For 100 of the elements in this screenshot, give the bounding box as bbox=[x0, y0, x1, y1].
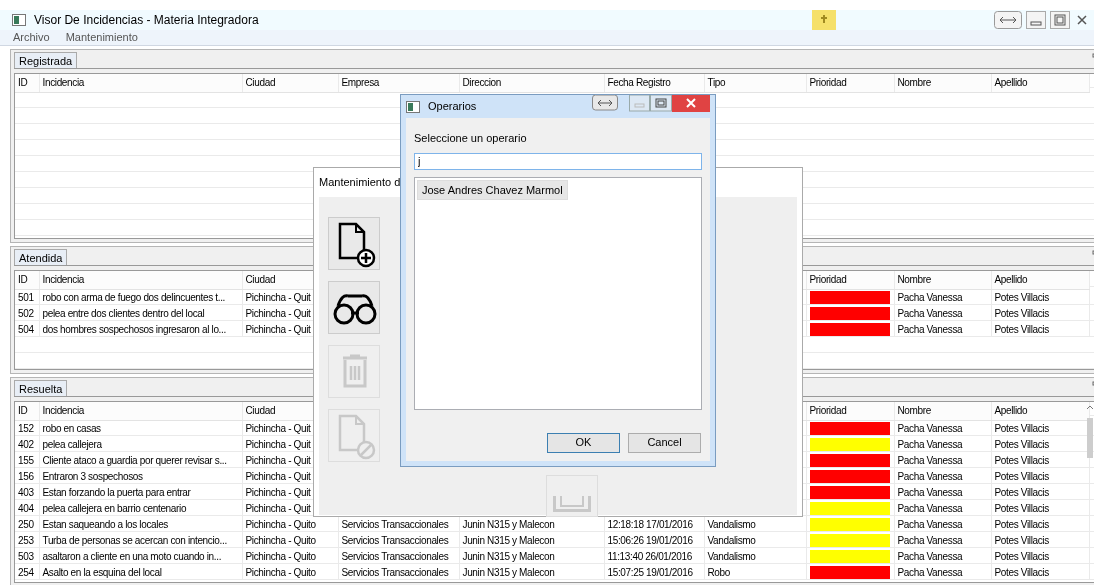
table-cell: pelea callejera bbox=[39, 436, 242, 452]
table-cell: Vandalismo bbox=[704, 532, 806, 548]
table-cell: Servicios Transaccionales bbox=[338, 548, 459, 564]
table-cell: Potes Villacis bbox=[991, 548, 1089, 564]
column-header[interactable]: Fecha Registro bbox=[604, 74, 704, 92]
app-icon bbox=[12, 14, 26, 26]
table-cell: Potes Villacis bbox=[991, 468, 1089, 484]
table-cell: 254 bbox=[15, 564, 39, 580]
table-cell: robo con arma de fuego dos delincuentes t... bbox=[39, 289, 242, 305]
column-header[interactable]: Empresa bbox=[338, 74, 459, 92]
table-cell: Pacha Vanessa bbox=[894, 468, 991, 484]
column-header[interactable]: ID bbox=[15, 271, 39, 289]
table-cell: Vandalismo bbox=[704, 548, 806, 564]
table-cell: Junin N315 y Malecon bbox=[459, 532, 604, 548]
column-header[interactable]: Prioridad bbox=[806, 271, 894, 289]
table-cell: 402 bbox=[15, 436, 39, 452]
table-cell: Pacha Vanessa bbox=[894, 289, 991, 305]
restore-icon[interactable] bbox=[1050, 11, 1070, 29]
table-cell: Potes Villacis bbox=[991, 564, 1089, 580]
app-icon bbox=[406, 100, 420, 113]
column-header[interactable]: Apellido bbox=[991, 271, 1089, 289]
table-cell: Potes Villacis bbox=[991, 289, 1089, 305]
column-header[interactable]: Apellido bbox=[991, 402, 1089, 420]
table-cell: Pacha Vanessa bbox=[894, 305, 991, 321]
column-header[interactable]: Incidencia bbox=[39, 271, 242, 289]
window-title: Operarios bbox=[428, 99, 477, 115]
ok-button[interactable]: OK bbox=[547, 432, 620, 453]
restore-icon[interactable] bbox=[650, 95, 672, 112]
table-cell: 253 bbox=[15, 532, 39, 548]
close-icon[interactable] bbox=[672, 95, 710, 112]
column-header[interactable]: Prioridad bbox=[806, 74, 894, 92]
table-cell: pelea entre dos clientes dentro del local bbox=[39, 305, 242, 321]
table-cell: Servicios Transaccionales bbox=[338, 564, 459, 580]
table-cell: Potes Villacis bbox=[991, 500, 1089, 516]
table-cell: Estan saqueando a los locales bbox=[39, 516, 242, 532]
table-cell: 404 bbox=[15, 500, 39, 516]
table-cell: 502 bbox=[15, 305, 39, 321]
table-cell: pelea callejera en barrio centenario bbox=[39, 500, 242, 516]
menu-item[interactable]: Mantenimiento bbox=[65, 29, 138, 46]
cancel-button[interactable]: Cancel bbox=[628, 432, 701, 453]
resize-icon[interactable] bbox=[592, 95, 618, 111]
panel-tab[interactable]: Resuelta bbox=[14, 380, 68, 396]
table-cell: Robo bbox=[704, 564, 806, 580]
search-field[interactable]: j bbox=[414, 152, 702, 170]
column-header[interactable]: Nombre bbox=[894, 74, 991, 92]
table-cell: Pacha Vanessa bbox=[894, 321, 991, 337]
field-label: Seleccione un operario bbox=[414, 131, 528, 146]
resize-icon[interactable] bbox=[994, 11, 1022, 29]
table-cell: 503 bbox=[15, 548, 39, 564]
table-cell: 403 bbox=[15, 484, 39, 500]
table-cell: Servicios Transaccionales bbox=[338, 532, 459, 548]
column-header[interactable]: Ciudad bbox=[242, 74, 338, 92]
list-item[interactable]: Jose Andres Chavez Marmol bbox=[417, 179, 568, 200]
column-header[interactable]: Incidencia bbox=[39, 402, 242, 420]
table-cell: Pacha Vanessa bbox=[894, 452, 991, 468]
table-cell: Junin N315 y Malecon bbox=[459, 548, 604, 564]
table-cell: Turba de personas se acercan con intencio... bbox=[39, 532, 242, 548]
column-header[interactable]: Apellido bbox=[991, 74, 1089, 92]
table-cell: robo en casas bbox=[39, 420, 242, 436]
table-cell: 11:13:40 26/01/2016 bbox=[604, 548, 704, 564]
table-cell: Pichincha - Quito bbox=[242, 532, 338, 548]
column-header[interactable]: Nombre bbox=[894, 271, 991, 289]
table-cell: dos hombres sospechosos ingresaron al lo... bbox=[39, 321, 242, 337]
column-header[interactable]: Direccion bbox=[459, 74, 604, 92]
table-cell: Potes Villacis bbox=[991, 532, 1089, 548]
table-cell: Pacha Vanessa bbox=[894, 564, 991, 580]
table-cell: Cliente ataco a guardia por querer revisar s... bbox=[39, 452, 242, 468]
minimize-icon[interactable] bbox=[629, 95, 650, 112]
tool-button[interactable] bbox=[328, 280, 380, 334]
column-header[interactable]: ID bbox=[15, 74, 39, 92]
table-cell: Pacha Vanessa bbox=[894, 548, 991, 564]
column-header[interactable]: Tipo bbox=[704, 74, 806, 92]
table-cell: Pacha Vanessa bbox=[894, 420, 991, 436]
pin-icon bbox=[812, 10, 836, 30]
column-header[interactable]: ID bbox=[15, 402, 39, 420]
column-header[interactable]: Prioridad bbox=[806, 402, 894, 420]
window-title: Visor De Incidencias - Materia Integradora bbox=[34, 12, 259, 29]
column-header[interactable]: Nombre bbox=[894, 402, 991, 420]
table-cell: Asalto en la esquina del local bbox=[39, 564, 242, 580]
panel-tab[interactable]: Atendida bbox=[14, 249, 68, 265]
table-cell: Estan forzando la puerta para entrar bbox=[39, 484, 242, 500]
table-cell: Potes Villacis bbox=[991, 321, 1089, 337]
table-cell: 504 bbox=[15, 321, 39, 337]
table-cell: Pacha Vanessa bbox=[894, 500, 991, 516]
panel-tab[interactable]: Registrada bbox=[14, 52, 78, 68]
table-cell: asaltaron a cliente en una moto cuando in... bbox=[39, 548, 242, 564]
frame-icon bbox=[553, 495, 591, 512]
table-cell: Pacha Vanessa bbox=[894, 484, 991, 500]
minimize-icon[interactable] bbox=[1026, 11, 1046, 29]
table-cell: Pacha Vanessa bbox=[894, 532, 991, 548]
table-cell: Potes Villacis bbox=[991, 305, 1089, 321]
table-cell: Junin N315 y Malecon bbox=[459, 564, 604, 580]
table-cell: 156 bbox=[15, 468, 39, 484]
window-title: Mantenimiento d bbox=[319, 175, 401, 190]
table-cell: 250 bbox=[15, 516, 39, 532]
tool-button[interactable] bbox=[328, 216, 380, 270]
table-cell: Entraron 3 sospechosos bbox=[39, 468, 242, 484]
table-cell: 15:07:25 19/01/2016 bbox=[604, 564, 704, 580]
column-header[interactable]: Incidencia bbox=[39, 74, 242, 92]
menu-item[interactable]: Archivo bbox=[13, 29, 50, 46]
